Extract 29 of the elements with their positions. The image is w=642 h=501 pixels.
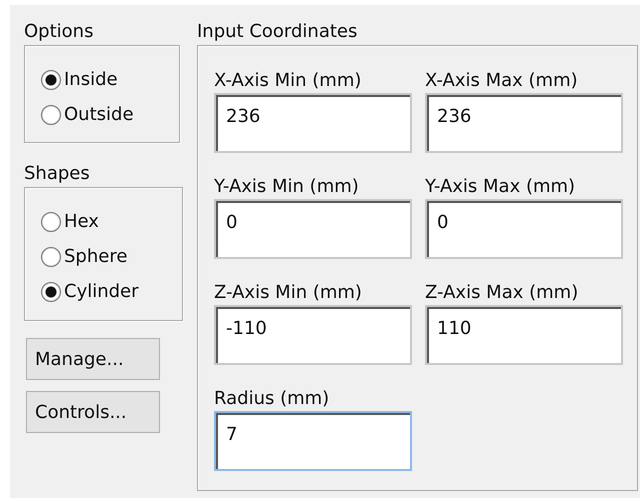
input-field[interactable]: 236 (214, 93, 412, 153)
input-field[interactable]: 236 (425, 93, 623, 153)
field-label: X-Axis Min (mm) (214, 69, 362, 93)
field-label: Z-Axis Min (mm) (214, 281, 363, 305)
input-field[interactable]: -110 (214, 305, 412, 365)
input-field[interactable]: 110 (425, 305, 623, 365)
radio-icon[interactable] (41, 104, 61, 124)
radio-icon[interactable] (41, 70, 61, 90)
field-label: Y-Axis Min (mm) (214, 175, 360, 199)
radio-icon[interactable] (41, 282, 61, 302)
field-label: Radius (mm) (214, 387, 330, 411)
field-label: X-Axis Max (mm) (425, 69, 579, 93)
dialog-button[interactable]: Controls... (26, 391, 160, 433)
field-label: Y-Axis Max (mm) (425, 175, 576, 199)
radio-icon[interactable] (41, 212, 61, 232)
group-title: Input Coordinates (197, 20, 358, 44)
radio-option[interactable]: Inside (41, 62, 179, 97)
input-field[interactable]: 0 (214, 199, 412, 259)
group-title: Shapes (24, 162, 91, 186)
field-label: Z-Axis Max (mm) (425, 281, 580, 305)
radio-icon[interactable] (41, 246, 61, 266)
dialog-button[interactable]: Manage... (26, 338, 160, 380)
input-field[interactable]: 0 (425, 199, 623, 259)
input-field[interactable]: 7 (214, 411, 412, 471)
radio-option[interactable]: Sphere (41, 239, 182, 274)
radio-option[interactable]: Outside (41, 97, 179, 132)
group-title: Options (24, 20, 94, 44)
radio-option[interactable]: Hex (41, 204, 182, 239)
radio-option[interactable]: Cylinder (41, 274, 182, 309)
